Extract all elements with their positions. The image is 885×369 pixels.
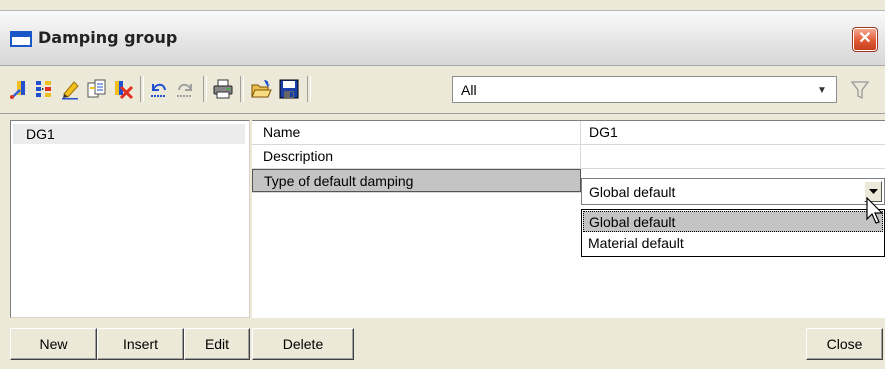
mouse-cursor-icon <box>866 197 884 224</box>
edit-button[interactable]: Edit <box>184 328 250 360</box>
property-row-description[interactable]: Description <box>252 145 885 169</box>
new-button[interactable]: New <box>10 328 97 360</box>
delete-button[interactable]: Delete <box>252 328 354 360</box>
list-item-label: DG1 <box>26 126 55 142</box>
toolbar-separator <box>307 76 311 102</box>
filter-dropdown[interactable]: All ▼ <box>452 76 837 103</box>
property-label: Type of default damping <box>264 173 414 189</box>
funnel-icon[interactable] <box>849 79 871 101</box>
window-icon <box>10 31 32 47</box>
insert-button[interactable]: Insert <box>97 328 184 360</box>
edit-icon[interactable] <box>60 78 82 100</box>
new-button-label: New <box>39 336 68 352</box>
close-window-button[interactable]: ✕ <box>852 27 878 52</box>
description-field[interactable] <box>581 145 885 168</box>
filter-value: All <box>461 82 477 98</box>
property-name-cell: Description <box>252 145 581 168</box>
damping-type-select[interactable]: Global default <box>581 178 885 205</box>
edit-button-label: Edit <box>204 336 230 352</box>
property-label: Description <box>263 148 334 164</box>
damping-type-value: Global default <box>589 184 676 200</box>
copy-icon[interactable] <box>86 78 108 100</box>
title-bar: Damping group ✕ <box>0 10 885 66</box>
open-icon[interactable] <box>250 78 272 100</box>
chevron-down-icon <box>869 189 878 194</box>
property-row-name[interactable]: Name DG1 <box>252 121 885 145</box>
property-label: Name <box>263 124 301 140</box>
toolbar-separator <box>240 76 244 102</box>
damping-type-options: Global default Material default <box>581 209 885 257</box>
delete-button-label: Delete <box>282 336 324 352</box>
property-value: DG1 <box>589 124 618 140</box>
toolbar-separator <box>203 76 207 102</box>
name-field[interactable]: DG1 <box>581 121 885 144</box>
toolbar: All ▼ <box>0 66 885 114</box>
close-button-label: Close <box>826 336 863 352</box>
button-bar: New Insert Edit Delete Close <box>0 318 885 369</box>
list-item[interactable]: DG1 <box>13 124 245 144</box>
damping-group-list[interactable]: DG1 <box>10 120 250 318</box>
window-title: Damping group <box>38 28 178 47</box>
chevron-down-icon[interactable]: ▼ <box>817 85 827 96</box>
save-icon[interactable] <box>278 78 300 100</box>
insert-button-label: Insert <box>122 336 158 352</box>
print-icon[interactable] <box>212 78 234 100</box>
option-label: Material default <box>588 235 684 251</box>
insert-record-icon[interactable] <box>34 78 56 100</box>
option-material-default[interactable]: Material default <box>583 233 883 254</box>
property-name-cell: Type of default damping <box>252 169 581 192</box>
close-button[interactable]: Close <box>806 328 883 360</box>
toolbar-separator <box>140 76 144 102</box>
damping-group-window: Damping group ✕ All ▼ DG1 Name DG1 Descr… <box>0 0 885 369</box>
new-record-icon[interactable] <box>8 78 30 100</box>
option-label: Global default <box>589 214 676 230</box>
delete-icon[interactable] <box>112 78 134 100</box>
property-name-cell: Name <box>252 121 581 144</box>
redo-icon[interactable] <box>174 78 196 100</box>
option-global-default[interactable]: Global default <box>583 211 883 232</box>
undo-icon[interactable] <box>148 78 170 100</box>
